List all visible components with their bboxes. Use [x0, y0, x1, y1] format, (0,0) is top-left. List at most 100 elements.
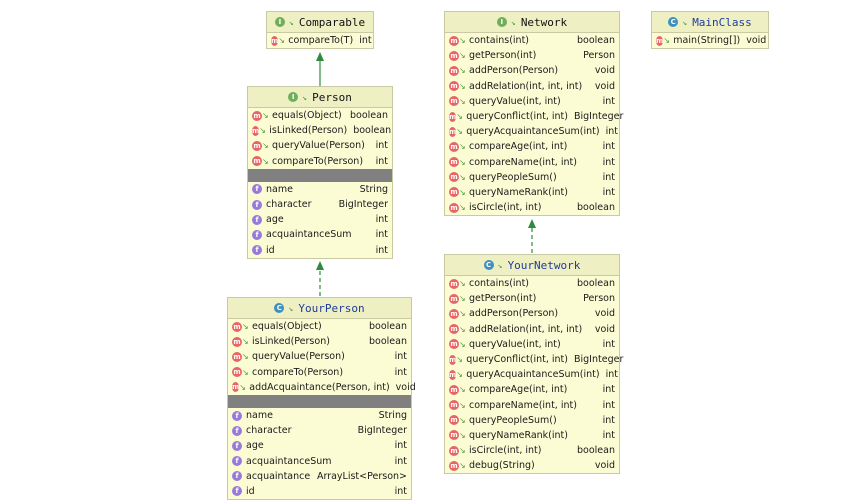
method-row[interactable]: m ↘ addRelation(int, int, int) void	[445, 322, 619, 337]
method-row[interactable]: m ↘ queryAcquaintanceSum(int) int	[445, 367, 619, 382]
class-header[interactable]: I ↘ Person	[248, 87, 392, 108]
method-row[interactable]: m ↘ debug(String) void	[445, 458, 619, 473]
method-icon: m	[232, 367, 242, 378]
method-row[interactable]: m ↘ main(String[]) void	[652, 33, 768, 48]
method-return-type: void	[395, 381, 416, 393]
class-header[interactable]: I ↘ Comparable	[267, 12, 373, 33]
method-name: addAcquaintance(Person, int)	[249, 381, 390, 393]
method-row[interactable]: m ↘ equals(Object) boolean	[228, 319, 411, 334]
method-return-type: void	[594, 308, 615, 320]
field-row[interactable]: f acquaintanceSum int	[248, 227, 392, 242]
field-row[interactable]: f age int	[248, 212, 392, 227]
method-return-type: boolean	[369, 336, 407, 348]
class-box-person[interactable]: I ↘ Person m ↘ equals(Object) boolean m ↘ isLinke…	[247, 86, 393, 259]
field-row[interactable]: f name String	[248, 182, 392, 197]
public-visibility-icon: ↘	[288, 17, 294, 27]
method-row[interactable]: m ↘ queryNameRank(int) int	[445, 185, 619, 200]
field-icon: f	[232, 456, 242, 467]
method-row[interactable]: m ↘ addRelation(int, int, int) void	[445, 79, 619, 94]
field-icon: f	[232, 425, 242, 436]
field-icon: f	[232, 486, 242, 497]
method-name: equals(Object)	[252, 321, 322, 333]
method-row[interactable]: m ↘ compareAge(int, int) int	[445, 139, 619, 154]
method-name: addPerson(Person)	[469, 65, 559, 77]
method-row[interactable]: m ↘ isCircle(int, int) boolean	[445, 443, 619, 458]
method-return-type: int	[602, 338, 615, 350]
method-return-type: int	[602, 171, 615, 183]
class-name: Comparable	[298, 15, 366, 29]
field-row[interactable]: f age int	[228, 438, 411, 453]
method-icon: m	[449, 96, 459, 107]
method-icon: m	[449, 384, 459, 395]
method-icon: m	[232, 382, 240, 393]
class-icon: C	[668, 17, 679, 27]
method-row[interactable]: m ↘ compareTo(T) int	[267, 33, 373, 48]
method-row[interactable]: m ↘ queryValue(int, int) int	[445, 337, 619, 352]
method-row[interactable]: m ↘ queryValue(int, int) int	[445, 94, 619, 109]
method-name: queryConflict(int, int)	[466, 354, 568, 366]
class-header[interactable]: C ↘ MainClass	[652, 12, 768, 33]
method-return-type: boolean	[369, 321, 407, 333]
method-return-type: void	[746, 35, 767, 47]
class-header[interactable]: C ↘ YourNetwork	[445, 255, 619, 276]
method-row[interactable]: m ↘ getPerson(int) Person	[445, 291, 619, 306]
method-row[interactable]: m ↘ queryValue(Person) int	[248, 138, 392, 153]
method-row[interactable]: m ↘ queryAcquaintanceSum(int) int	[445, 124, 619, 139]
method-icon: m	[232, 321, 242, 332]
method-icon: m	[449, 445, 459, 456]
method-row[interactable]: m ↘ addPerson(Person) void	[445, 306, 619, 321]
method-name: isCircle(int, int)	[469, 445, 542, 457]
field-row[interactable]: f acquaintanceSum int	[228, 454, 411, 469]
method-row[interactable]: m ↘ isLinked(Person) boolean	[248, 123, 392, 138]
method-name: queryValue(Person)	[272, 140, 365, 152]
method-row[interactable]: m ↘ queryNameRank(int) int	[445, 428, 619, 443]
field-name: character	[246, 425, 292, 437]
method-row[interactable]: m ↘ compareTo(Person) int	[248, 154, 392, 169]
class-header[interactable]: C ↘ YourPerson	[228, 298, 411, 319]
method-row[interactable]: m ↘ isCircle(int, int) boolean	[445, 200, 619, 215]
interface-icon: I	[274, 17, 285, 27]
method-name: queryValue(int, int)	[469, 338, 561, 350]
field-row[interactable]: f acquaintance ArrayList<Person>	[228, 469, 411, 484]
method-row[interactable]: m ↘ compareName(int, int) int	[445, 155, 619, 170]
method-row[interactable]: m ↘ queryValue(Person) int	[228, 349, 411, 364]
method-icon: m	[449, 430, 459, 441]
method-row[interactable]: m ↘ equals(Object) boolean	[248, 108, 392, 123]
class-box-mainclass[interactable]: C ↘ MainClass m ↘ main(String[]) void	[651, 11, 769, 50]
method-return-type: boolean	[577, 278, 615, 290]
class-header[interactable]: I ↘ Network	[445, 12, 619, 33]
method-row[interactable]: m ↘ contains(int) boolean	[445, 276, 619, 291]
method-return-type: int	[602, 384, 615, 396]
method-row[interactable]: m ↘ isLinked(Person) boolean	[228, 334, 411, 349]
class-box-network[interactable]: I ↘ Network m ↘ contains(int) boolean m ↘ getPers…	[444, 11, 623, 217]
method-return-type: int	[394, 351, 407, 363]
method-return-type: Person	[583, 50, 615, 62]
field-row[interactable]: f id int	[248, 243, 392, 258]
field-row[interactable]: f character BigInteger	[228, 423, 411, 438]
class-box-yourperson[interactable]: C ↘ YourPerson m ↘ equals(Object) boolean m ↘ isL…	[227, 297, 416, 501]
method-row[interactable]: m ↘ queryConflict(int, int) BigInteger	[445, 352, 623, 367]
method-row[interactable]: m ↘ getPerson(int) Person	[445, 48, 619, 63]
method-icon: m	[449, 278, 459, 289]
method-row[interactable]: m ↘ queryPeopleSum() int	[445, 413, 619, 428]
class-box-comparable[interactable]: I ↘ Comparable m ↘ compareTo(T) int	[266, 11, 374, 50]
method-row[interactable]: m ↘ contains(int) boolean	[445, 33, 619, 48]
method-row[interactable]: m ↘ addPerson(Person) void	[445, 63, 619, 78]
method-row[interactable]: m ↘ compareAge(int, int) int	[445, 382, 619, 397]
yourperson-implements-arrowhead	[316, 261, 324, 270]
method-row[interactable]: m ↘ queryPeopleSum() int	[445, 170, 619, 185]
field-type: int	[375, 214, 388, 226]
method-row[interactable]: m ↘ addAcquaintance(Person, int) void	[228, 380, 416, 395]
class-box-yournetwork[interactable]: C ↘ YourNetwork m ↘ contains(int) boolean m ↘ get…	[444, 254, 623, 475]
method-return-type: int	[602, 414, 615, 426]
field-row[interactable]: f name String	[228, 408, 411, 423]
field-row[interactable]: f id int	[228, 484, 411, 499]
method-name: contains(int)	[469, 278, 530, 290]
method-row[interactable]: m ↘ compareTo(Person) int	[228, 365, 411, 380]
field-icon: f	[252, 245, 262, 256]
field-row[interactable]: f character BigInteger	[248, 197, 392, 212]
method-return-type: Person	[583, 293, 615, 305]
method-row[interactable]: m ↘ queryConflict(int, int) BigInteger	[445, 109, 623, 124]
method-row[interactable]: m ↘ compareName(int, int) int	[445, 398, 619, 413]
method-name: compareTo(Person)	[272, 155, 364, 167]
